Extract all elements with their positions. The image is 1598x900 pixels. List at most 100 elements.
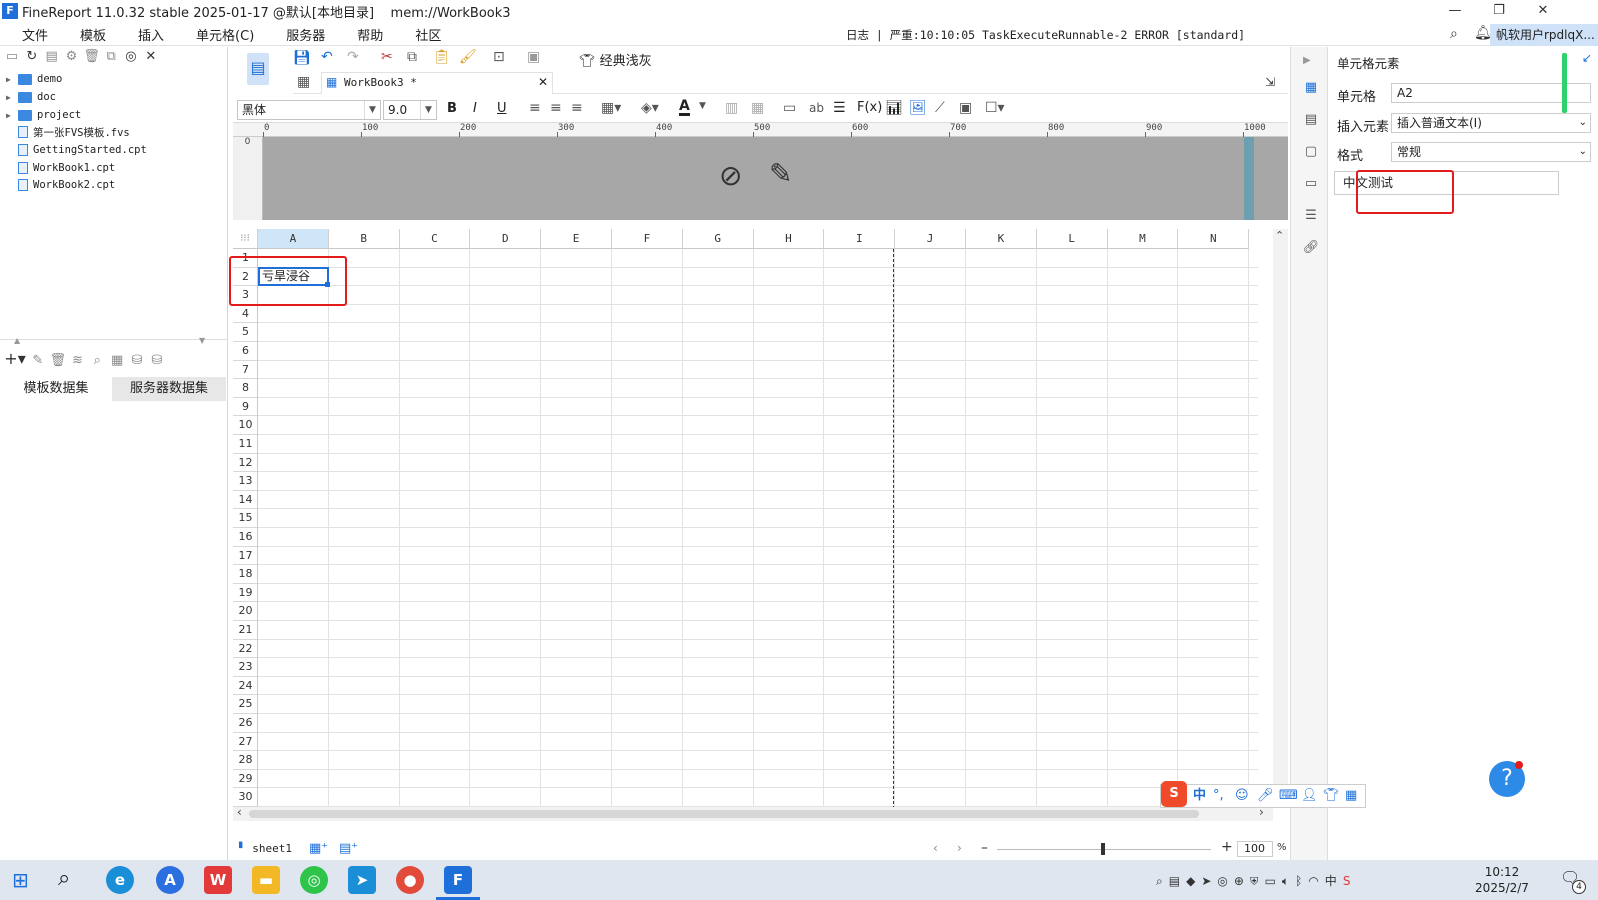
tray-bluetooth-icon[interactable]: ᛒ: [1295, 874, 1308, 888]
scroll-up-icon[interactable]: ⌃: [1275, 229, 1284, 242]
float-element-icon[interactable]: ▢: [1302, 143, 1320, 161]
zoom-out-button[interactable]: –: [981, 840, 988, 856]
store-icon[interactable]: A: [156, 866, 184, 894]
copy-icon[interactable]: ⧉: [407, 49, 417, 65]
row-header-25[interactable]: 25: [233, 695, 258, 714]
column-header-e[interactable]: E: [541, 229, 612, 249]
row-header-15[interactable]: 15: [233, 509, 258, 528]
tray-network-icon[interactable]: ▭: [1265, 874, 1282, 888]
row-header-22[interactable]: 22: [233, 639, 258, 659]
row-header-12[interactable]: 12: [233, 453, 258, 473]
tab-workbook3[interactable]: ▦ WorkBook3 * ✕: [321, 72, 553, 94]
row-header-18[interactable]: 18: [233, 565, 258, 584]
hide-eye-icon[interactable]: ⊘: [719, 159, 742, 192]
windows-start-icon[interactable]: ⊞: [12, 868, 29, 892]
ime-mode[interactable]: 中: [1193, 785, 1206, 807]
horizontal-scrollbar[interactable]: ‹ ›: [233, 805, 1273, 821]
row-header-28[interactable]: 28: [233, 751, 258, 770]
db-copy-icon[interactable]: ⛁: [149, 353, 165, 369]
expand-icon[interactable]: ▶: [6, 75, 18, 84]
punctuation-icon[interactable]: °,: [1213, 785, 1224, 807]
menu-community[interactable]: 社区: [399, 25, 457, 44]
toolbox-icon[interactable]: ▦: [1345, 785, 1357, 807]
row-header-9[interactable]: 9: [233, 397, 258, 417]
column-header-g[interactable]: G: [682, 229, 754, 249]
tray-shield-icon[interactable]: ⛨: [1250, 874, 1265, 888]
cell-field[interactable]: A2: [1391, 83, 1591, 103]
image-icon[interactable]: 🖼︎: [909, 100, 927, 116]
row-header-10[interactable]: 10: [233, 416, 258, 435]
search-icon[interactable]: ⌕: [58, 866, 70, 891]
row-header-14[interactable]: 14: [233, 490, 258, 510]
row-header-4[interactable]: 4: [233, 304, 258, 324]
preview-icon[interactable]: ⌕: [89, 353, 105, 369]
column-header-d[interactable]: D: [470, 229, 542, 249]
tree-file-gettingstarted[interactable]: GettingStarted.cpt: [18, 141, 147, 159]
clock[interactable]: 10:12 2025/2/7: [1472, 864, 1532, 896]
row-header-19[interactable]: 19: [233, 583, 258, 603]
row-header-27[interactable]: 27: [233, 732, 258, 752]
database-icon[interactable]: ≋: [69, 353, 85, 369]
align-right-icon[interactable]: ≡: [571, 100, 583, 116]
bold-button[interactable]: B: [447, 101, 457, 116]
hyperlink-icon[interactable]: 🔗︎: [1302, 239, 1320, 257]
border-style-icon[interactable]: ☐▾: [985, 100, 1005, 116]
tray-sogou-icon[interactable]: S: [1343, 874, 1357, 888]
settings-icon[interactable]: ⚙: [63, 49, 79, 65]
fill-color-icon[interactable]: ◈▾: [641, 100, 659, 116]
copy-icon[interactable]: ⧉: [103, 49, 119, 65]
up-arrow-icon[interactable]: ▲: [14, 336, 20, 345]
delete-icon[interactable]: 🗑︎: [50, 353, 67, 369]
expand-icon[interactable]: ▶: [6, 93, 18, 102]
down-arrow-icon[interactable]: ▼: [199, 336, 205, 345]
tree-folder-demo[interactable]: ▶ demo: [6, 70, 62, 88]
slash-icon[interactable]: ⟋: [935, 100, 945, 116]
row-header-21[interactable]: 21: [233, 621, 258, 640]
row-header-20[interactable]: 20: [233, 602, 258, 621]
expand-panel-icon[interactable]: ▶: [1303, 55, 1311, 66]
voice-icon[interactable]: 🎤︎: [1257, 785, 1274, 807]
spreadsheet-grid[interactable]: ⁝⁝⁝ ABCDEFGHIJKLMN 1 2 3 4 5 6 7 8 9 10 11 12 13 14 15…: [233, 229, 1273, 807]
scroll-left-icon[interactable]: ‹: [237, 805, 242, 819]
column-header-f[interactable]: F: [612, 229, 683, 249]
chevron-down-icon[interactable]: ▼: [364, 101, 380, 119]
zoom-in-button[interactable]: +: [1221, 839, 1233, 855]
column-header-h[interactable]: H: [753, 229, 825, 249]
column-header-m[interactable]: M: [1107, 229, 1179, 249]
column-header-i[interactable]: I: [824, 229, 896, 249]
row-header-24[interactable]: 24: [233, 676, 258, 696]
row-header-7[interactable]: 7: [233, 360, 258, 380]
edit-icon[interactable]: ✎: [30, 353, 46, 369]
tree-file-workbook2[interactable]: WorkBook2.cpt: [18, 176, 115, 194]
menu-insert[interactable]: 插入: [122, 25, 180, 44]
widget-settings-icon[interactable]: ▭: [1302, 175, 1320, 193]
minimize-button[interactable]: —: [1432, 0, 1478, 22]
row-header-17[interactable]: 17: [233, 546, 258, 566]
zoom-slider[interactable]: [997, 843, 1211, 855]
tray-search-icon[interactable]: ⌕: [1156, 874, 1169, 888]
column-header-c[interactable]: C: [399, 229, 471, 249]
format-painter-icon[interactable]: 🖌︎: [459, 49, 477, 65]
column-header-b[interactable]: B: [328, 229, 400, 249]
cell-mode-icon[interactable]: ▤: [247, 53, 269, 85]
chevron-down-icon[interactable]: ▼: [420, 101, 436, 119]
vertical-scrollbar[interactable]: ⌃ ⌄: [1273, 229, 1288, 807]
collapse-icon[interactable]: ✕: [143, 49, 159, 65]
row-header-26[interactable]: 26: [233, 714, 258, 733]
tab-list-icon[interactable]: ▦: [297, 74, 310, 90]
row-header-8[interactable]: 8: [233, 379, 258, 398]
chevron-down-icon[interactable]: ▼: [699, 101, 706, 111]
add-sheet-icon[interactable]: ▦⁺: [309, 841, 328, 856]
close-tab-icon[interactable]: ✕: [538, 75, 548, 89]
tab-server-dataset[interactable]: 服务器数据集: [112, 377, 226, 401]
user-icon[interactable]: 👤︎: [1301, 785, 1318, 807]
cell-element-icon[interactable]: ▦: [1302, 79, 1320, 97]
emoji-icon[interactable]: ☺: [1235, 785, 1249, 807]
restore-button[interactable]: ❐: [1476, 0, 1522, 22]
column-header-k[interactable]: K: [966, 229, 1037, 249]
undo-icon[interactable]: ↶: [321, 49, 333, 65]
add-poly-sheet-icon[interactable]: ▤⁺: [339, 841, 358, 856]
wps-icon[interactable]: W: [204, 866, 232, 894]
font-family-combo[interactable]: 黑体 ▼: [237, 100, 381, 120]
column-header-l[interactable]: L: [1036, 229, 1108, 249]
